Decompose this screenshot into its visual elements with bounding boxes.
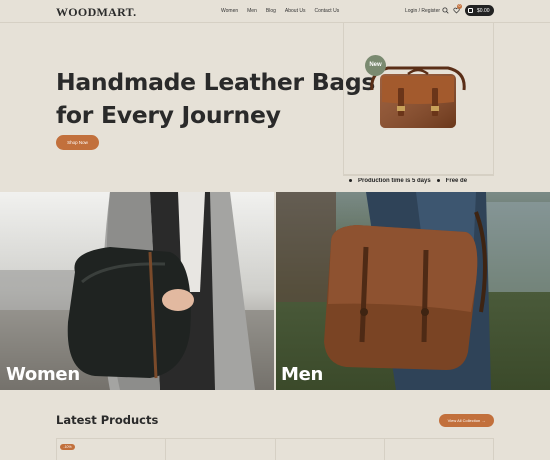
ticker-dot [349, 178, 352, 182]
ticker-dot [436, 178, 440, 182]
site-logo[interactable]: WOODMART. [56, 5, 136, 20]
nav-item-blog[interactable]: Blog [266, 8, 276, 14]
login-register-link[interactable]: Login / Register [405, 8, 440, 14]
women-photo [0, 192, 274, 390]
nav-item-contact[interactable]: Contact Us [314, 8, 339, 14]
hero-title-line1: Handmade Leather Bags [56, 68, 376, 96]
view-all-collection-button[interactable]: View All Collection → [439, 414, 494, 427]
ticker-divider [343, 175, 494, 176]
info-ticker: Production time is 5 days Free de [343, 178, 494, 188]
product-card[interactable] [165, 438, 274, 460]
nav-item-about[interactable]: About Us [285, 8, 306, 14]
latest-products-title: Latest Products [56, 413, 159, 427]
cart-total: $0.00 [477, 7, 490, 14]
main-nav: Women Men Blog About Us Contact Us [221, 8, 339, 14]
ticker-item: Free de [445, 178, 468, 184]
men-photo [276, 192, 550, 390]
cart-bag-icon [468, 8, 473, 13]
hero-title: Handmade Leather Bags for Every Journey [56, 66, 375, 132]
category-men-label: Men [281, 364, 324, 385]
search-icon[interactable] [442, 7, 449, 14]
category-men-banner[interactable]: Men [276, 192, 550, 390]
product-card[interactable] [274, 438, 384, 460]
product-card[interactable] [383, 438, 494, 460]
shop-now-button[interactable]: Shop Now [56, 135, 99, 150]
cart-button[interactable]: $0.00 [465, 5, 494, 16]
category-women-banner[interactable]: Women [0, 192, 274, 390]
nav-item-men[interactable]: Men [247, 8, 257, 14]
site-header: WOODMART. Women Men Blog About Us Contac… [0, 0, 550, 23]
products-grid [56, 438, 494, 460]
wishlist-count-badge: 0 [457, 4, 462, 9]
new-badge: New [365, 55, 386, 76]
ticker-item: Production time is 5 days [358, 178, 431, 184]
sale-badge: -10% [60, 444, 75, 450]
category-women-label: Women [6, 364, 80, 385]
nav-item-women[interactable]: Women [221, 8, 238, 14]
hero-title-line2: for Every Journey [56, 101, 281, 129]
